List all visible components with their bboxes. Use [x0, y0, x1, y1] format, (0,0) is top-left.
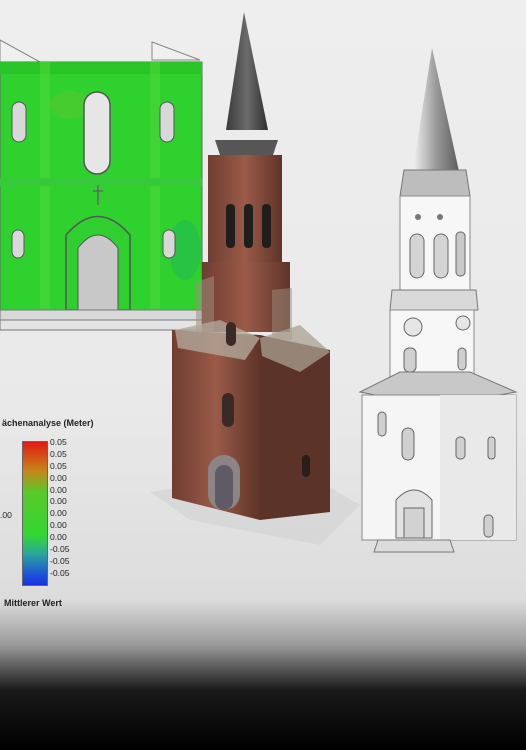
legend-value: -0.05: [50, 567, 70, 578]
legend-footer: Mittlerer Wert: [4, 598, 62, 608]
legend-title: ächenanalyse (Meter): [2, 418, 94, 428]
legend-value: 0.00: [50, 508, 67, 519]
legend-values: 0.05 0.05 0.05 0.00 0.00 0.00 0.00 0.00 …: [50, 437, 70, 580]
legend-value: 0.00: [50, 532, 67, 543]
legend-value: 0.00: [50, 472, 67, 483]
legend-value: -0.05: [50, 555, 70, 566]
legend-value: 0.05: [50, 448, 67, 459]
color-scale-bar: [22, 441, 48, 586]
scan-comparison-scene: [0, 12, 518, 553]
legend-value: 0.05: [50, 437, 67, 447]
legend-value: 0.00: [50, 496, 67, 507]
legend-value: 0.05: [50, 460, 67, 471]
facade-deviation-heatmap: [0, 39, 203, 331]
legend-value: 0.00: [50, 484, 67, 495]
cad-model-tower: [358, 48, 518, 553]
legend-value: -0.05: [50, 544, 70, 555]
legend-side-label: .00: [0, 510, 12, 520]
legend-value: 0.00: [50, 520, 67, 531]
